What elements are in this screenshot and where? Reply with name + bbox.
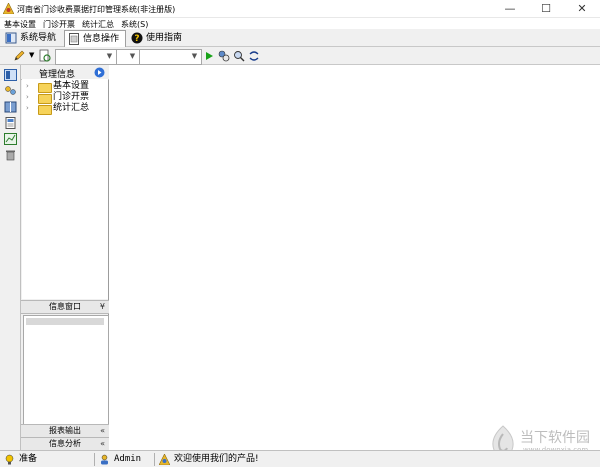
tab-bar: 系统导航 信息操作 ? 使用指南 xyxy=(0,29,600,47)
filter-combo-3[interactable]: ▼ xyxy=(139,49,202,65)
status-separator xyxy=(154,453,155,466)
navigation-tree: › 基本设置 › 门诊开票 › 统计汇总 xyxy=(22,79,108,299)
section-title: 信息窗口 xyxy=(49,302,81,311)
management-panel: 管理信息 › 基本设置 › 门诊开票 › 统计汇总 信息窗口 ¥ 报表输出 « xyxy=(21,65,109,451)
chevron-left-icon[interactable]: « xyxy=(100,438,105,449)
main-content-area xyxy=(110,65,600,450)
menu-bar: 基本设置 门诊开票 统计汇总 系统(S) xyxy=(0,18,600,29)
status-user-name: Admin xyxy=(114,454,142,464)
document-icon xyxy=(69,33,79,45)
toolbar: ▼ ▼ ▼ ▼ xyxy=(0,47,600,65)
book-icon[interactable] xyxy=(4,101,17,113)
search-document-icon[interactable] xyxy=(38,49,52,63)
folder-icon xyxy=(38,83,52,93)
tab-info-operation[interactable]: 信息操作 xyxy=(64,30,127,47)
app-logo-icon xyxy=(3,3,14,14)
section-title: 报表输出 xyxy=(49,426,81,435)
info-window-header[interactable]: 信息窗口 ¥ xyxy=(21,300,109,314)
folder-icon xyxy=(38,94,52,104)
section-title: 信息分析 xyxy=(49,439,81,448)
status-ready: 准备 xyxy=(2,452,92,467)
navigation-icon xyxy=(5,32,17,44)
refresh-icon[interactable] xyxy=(247,49,261,63)
expand-icon[interactable]: › xyxy=(26,92,32,103)
tree-item-label: 基本设置 xyxy=(53,81,90,91)
filter-combo-2[interactable]: ▼ xyxy=(116,49,140,65)
chevron-down-icon: ▼ xyxy=(191,52,198,60)
info-window-area xyxy=(23,315,109,425)
info-analysis-header[interactable]: 信息分析 « xyxy=(21,437,109,451)
user-icon xyxy=(101,454,108,465)
close-button[interactable]: ✕ xyxy=(564,0,600,18)
pencil-icon[interactable] xyxy=(12,49,26,63)
app-logo-icon xyxy=(159,454,170,465)
navigation-panel-icon[interactable] xyxy=(4,69,17,81)
filter-combo-1[interactable]: ▼ xyxy=(55,49,117,65)
panel-collapse-icon[interactable] xyxy=(94,67,105,78)
tab-label: 使用指南 xyxy=(146,33,183,43)
maximize-button[interactable]: ☐ xyxy=(528,0,564,18)
report-output-header[interactable]: 报表输出 « xyxy=(21,424,109,438)
status-welcome-text: 欢迎使用我们的产品! xyxy=(174,454,259,464)
search-icon[interactable] xyxy=(232,49,246,63)
folder-icon xyxy=(38,105,52,115)
svg-text:?: ? xyxy=(134,34,139,44)
tab-system-navigation[interactable]: 系统导航 xyxy=(2,30,62,46)
title-bar: 河南省门诊收费票据打印管理系统(非注册版) — ☐ ✕ xyxy=(0,0,600,18)
tree-item-label: 统计汇总 xyxy=(53,103,90,113)
chevron-down-icon: ▼ xyxy=(129,52,136,60)
info-window-selection xyxy=(26,318,104,325)
dropdown-arrow-icon[interactable]: ▼ xyxy=(29,51,34,59)
left-icon-strip xyxy=(0,65,21,450)
chevron-left-icon[interactable]: « xyxy=(100,425,105,436)
users-icon[interactable] xyxy=(4,85,17,97)
play-icon[interactable] xyxy=(202,49,216,63)
expand-icon[interactable]: › xyxy=(26,81,32,92)
status-separator xyxy=(94,453,95,466)
tab-label: 信息操作 xyxy=(83,34,120,44)
expand-icon[interactable]: › xyxy=(26,103,32,114)
status-user: Admin xyxy=(97,452,152,467)
chevron-down-icon: ▼ xyxy=(106,52,113,60)
chart-icon[interactable] xyxy=(4,133,17,145)
watermark-brand: 当下软件园 xyxy=(520,430,590,446)
status-bar: 准备 Admin 欢迎使用我们的产品! xyxy=(0,450,600,467)
minimize-button[interactable]: — xyxy=(492,0,528,18)
chevron-down-icon[interactable]: ¥ xyxy=(100,301,105,312)
status-ready-text: 准备 xyxy=(19,454,38,464)
status-welcome: 欢迎使用我们的产品! xyxy=(157,452,357,467)
tab-user-guide[interactable]: ? 使用指南 xyxy=(128,30,188,46)
help-icon: ? xyxy=(131,32,143,44)
window-title: 河南省门诊收费票据打印管理系统(非注册版) xyxy=(17,5,176,14)
panel-header: 管理信息 xyxy=(21,65,109,80)
tab-label: 系统导航 xyxy=(20,33,57,43)
trash-icon[interactable] xyxy=(4,149,17,161)
search-people-icon[interactable] xyxy=(217,49,231,63)
tree-item-label: 门诊开票 xyxy=(53,92,90,102)
info-bulb-icon xyxy=(5,454,14,465)
report-icon[interactable] xyxy=(4,117,17,129)
